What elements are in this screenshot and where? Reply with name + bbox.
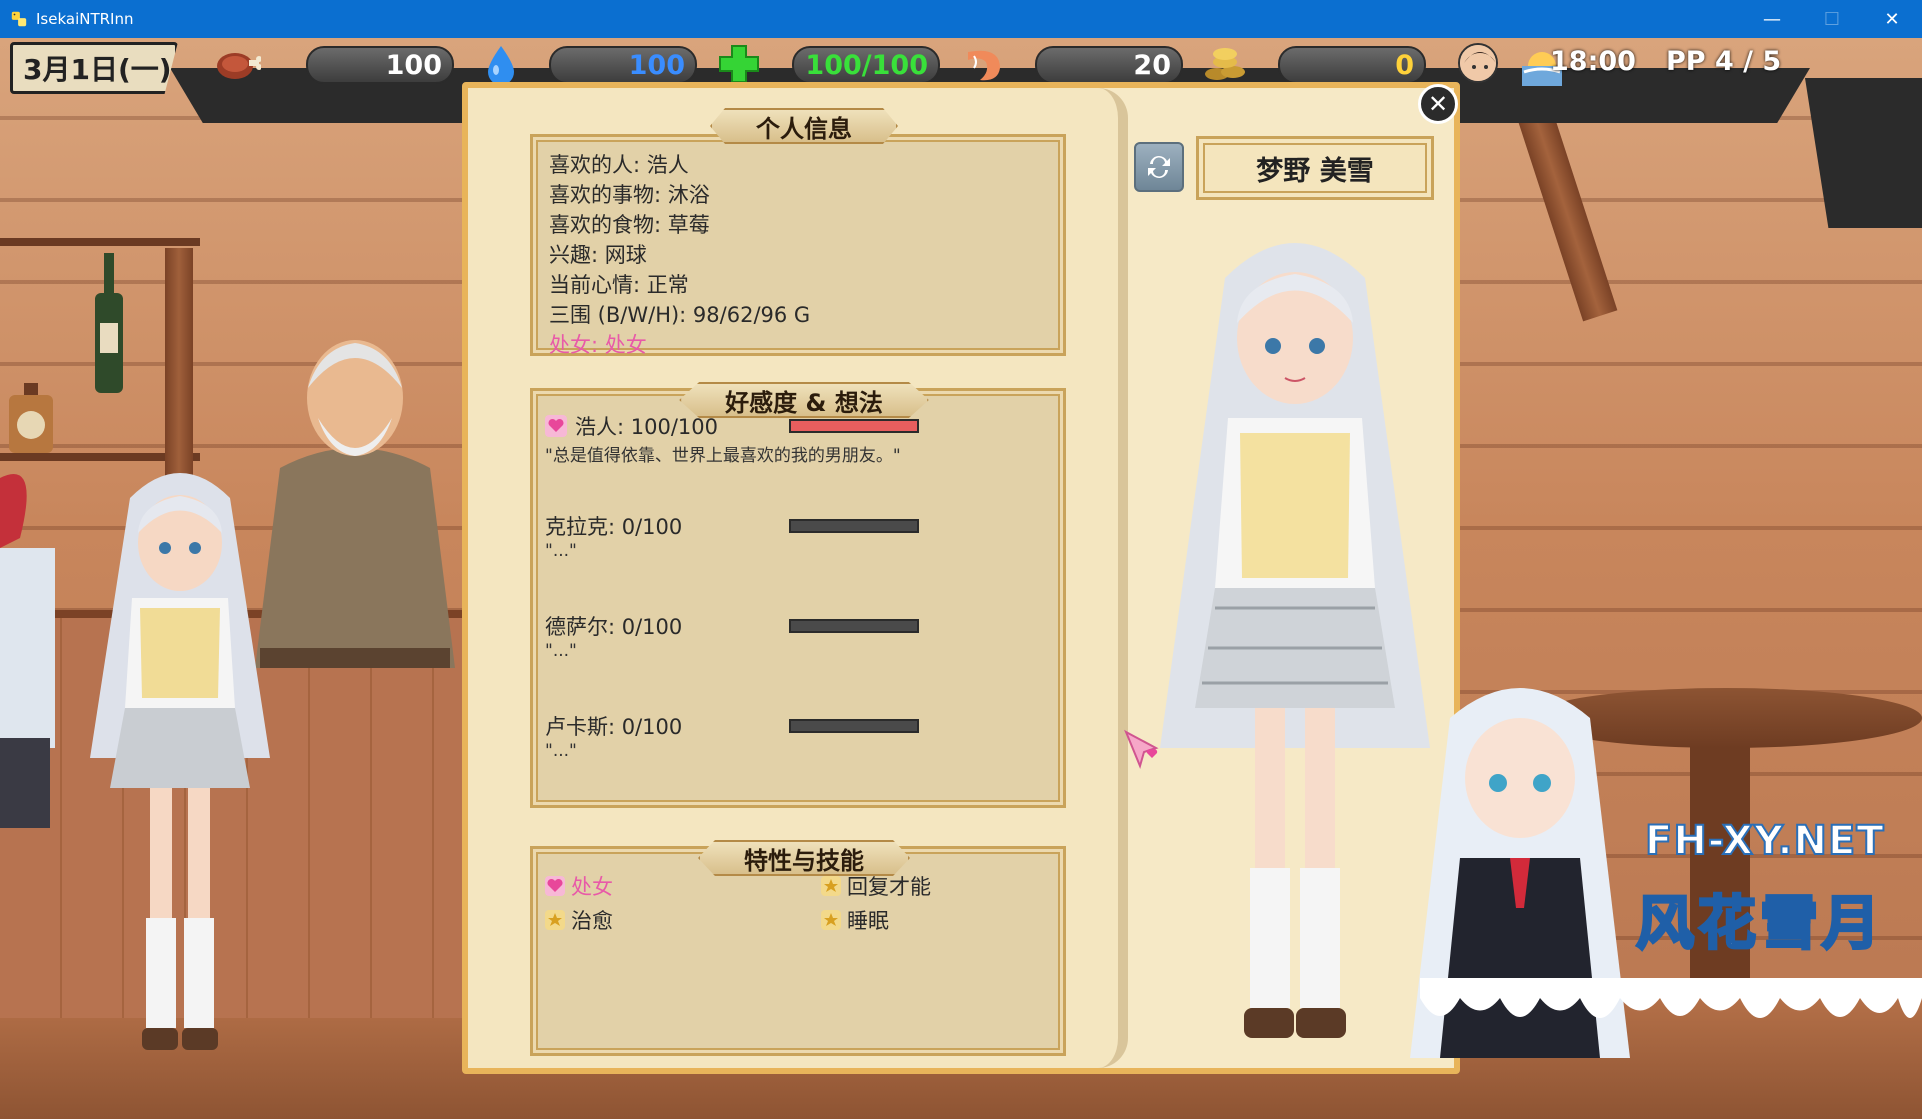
affection-section: 浩人: 100/100 "总是值得依靠、世界上最喜欢的我的男朋友。" 克拉克: …: [530, 388, 1066, 808]
info-loved-person: 喜欢的人: 浩人: [549, 153, 689, 177]
meat-icon: [217, 53, 261, 79]
personal-info-title: 个人信息: [710, 108, 898, 144]
info-virgin-status: 处女: 处女: [549, 333, 647, 357]
trait-virgin[interactable]: 处女: [545, 871, 613, 901]
water-bar: 100: [549, 46, 697, 84]
heart-icon: [545, 415, 567, 437]
star-icon: [821, 910, 841, 930]
python-icon: [11, 11, 27, 27]
water-drop-icon: [488, 46, 514, 85]
shelf: [0, 238, 200, 246]
whiskey-bottle-icon: [9, 383, 53, 453]
star-icon: [821, 876, 841, 896]
panel-close-button[interactable]: ✕: [1418, 84, 1458, 124]
affection-bar: [789, 719, 919, 733]
maximize-button[interactable]: ☐: [1802, 0, 1862, 38]
watermark-snow-ledge: [1420, 978, 1922, 1018]
game-stage: 3月1日(一) 100 100 100/100 20 0 18:00 PP 4 …: [0, 38, 1922, 1119]
health-cross-icon: [719, 45, 759, 83]
affection-label: 卢卡斯: 0/100: [545, 715, 683, 739]
affection-quote: "...": [545, 741, 577, 761]
health-bar: 100/100: [792, 46, 940, 84]
window-close-button[interactable]: ✕: [1862, 0, 1922, 38]
swap-arrows-icon: [1148, 156, 1170, 178]
shrimp-bar: 20: [1035, 46, 1183, 84]
affection-bar: [789, 419, 919, 433]
skill-label: 治愈: [571, 909, 613, 933]
watermark-title: 风花雪月: [1634, 888, 1885, 959]
info-hobby: 兴趣: 网球: [549, 243, 647, 267]
skill-label: 睡眠: [847, 909, 889, 933]
wine-bottle-icon: [95, 253, 123, 393]
shrimp-icon: [968, 50, 1000, 81]
skill-sleep[interactable]: 睡眠: [821, 905, 889, 935]
date-display: 3月1日(一): [10, 42, 178, 94]
time-display: 18:00: [1550, 46, 1636, 77]
minimize-button[interactable]: —: [1742, 0, 1802, 38]
status-info-column: 喜欢的人: 浩人 喜欢的事物: 沐浴 喜欢的食物: 草莓 兴趣: 网球 当前心情…: [468, 88, 1128, 1068]
affection-label: 德萨尔: 0/100: [545, 615, 683, 639]
close-icon: ✕: [1427, 90, 1449, 118]
pp-display: PP 4 / 5: [1666, 46, 1782, 77]
affection-title: 好感度 & 想法: [679, 382, 929, 418]
skill-healing[interactable]: 治愈: [545, 905, 613, 935]
trait-label: 处女: [571, 875, 613, 899]
info-mood: 当前心情: 正常: [549, 273, 689, 297]
heart-icon: [545, 876, 565, 896]
info-favorite-thing: 喜欢的事物: 沐浴: [549, 183, 710, 207]
player-avatar[interactable]: [1458, 43, 1498, 83]
affection-quote: "...": [545, 641, 577, 661]
affection-bar: [789, 619, 919, 633]
character-name-plate: 梦野 美雪: [1196, 136, 1434, 200]
affection-quote: "...": [545, 541, 577, 561]
gold-coins-icon: [1205, 48, 1245, 80]
heart-cursor-icon: [1124, 729, 1159, 770]
traits-section: 处女 回复才能 治愈 睡眠: [530, 846, 1066, 1056]
affection-bar-fill: [791, 421, 917, 431]
affection-name-row: 浩人: 100/100: [545, 411, 718, 441]
gold-bar: 0: [1278, 46, 1426, 84]
miyuki-standing-sprite: [90, 473, 270, 1050]
affection-label: 克拉克: 0/100: [545, 515, 683, 539]
window-title: IsekaiNTRInn: [36, 10, 134, 28]
affection-quote: "总是值得依靠、世界上最喜欢的我的男朋友。": [545, 446, 901, 466]
info-measurements: 三围 (B/W/H): 98/62/96 G: [549, 303, 811, 327]
personal-info-section: 喜欢的人: 浩人 喜欢的事物: 沐浴 喜欢的食物: 草莓 兴趣: 网球 当前心情…: [530, 134, 1066, 357]
food-bar: 100: [306, 46, 454, 84]
info-favorite-food: 喜欢的食物: 草莓: [549, 213, 710, 237]
window-titlebar: IsekaiNTRInn — ☐ ✕: [0, 0, 1922, 38]
affection-bar: [789, 519, 919, 533]
star-icon: [545, 910, 565, 930]
switch-character-button[interactable]: [1134, 142, 1184, 192]
watermark-site: FH-XY.NET: [1644, 817, 1885, 865]
traits-title: 特性与技能: [698, 840, 910, 876]
